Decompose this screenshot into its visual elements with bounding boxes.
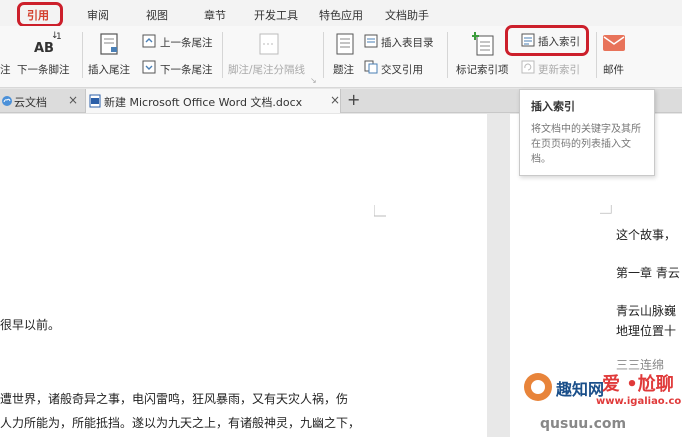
tab-cloud-docs[interactable]: 云文档 × xyxy=(0,89,82,113)
cross-reference-icon[interactable] xyxy=(364,60,378,74)
doc-paragraph-line: 很早以前。 xyxy=(0,318,61,332)
insert-endnote-icon[interactable] xyxy=(98,32,122,56)
ab-glyph: AB xyxy=(34,41,54,56)
footnote-separator-button: 脚注/尾注分隔线 xyxy=(228,64,306,76)
ribbon-divider xyxy=(323,32,324,78)
mail-button[interactable]: 邮件 xyxy=(603,62,624,77)
insert-table-of-figures-button[interactable]: 插入表目录 xyxy=(381,35,434,50)
caption-icon[interactable] xyxy=(334,32,356,56)
tab-section[interactable]: 章节 xyxy=(204,7,226,23)
footnote-separator-icon xyxy=(259,33,279,55)
watermark-right-text: 爱 •尬聊 xyxy=(602,374,674,395)
watermark-bottom-text: qusuu.com xyxy=(540,416,627,432)
cross-reference-button[interactable]: 交叉引用 xyxy=(381,62,423,77)
mark-index-entry-button[interactable]: 标记索引项 xyxy=(456,62,509,77)
tab-developer-tools[interactable]: 开发工具 xyxy=(254,7,298,23)
update-index-icon xyxy=(521,60,535,74)
insert-table-of-figures-icon[interactable] xyxy=(364,34,378,48)
highlight-references-tab xyxy=(17,2,63,27)
previous-endnote-icon[interactable] xyxy=(142,34,156,48)
watermark-url: www.igaliao.com xyxy=(596,396,682,407)
doc-paragraph-line: 地理位置十 xyxy=(616,324,677,338)
next-footnote-button[interactable]: 下一条脚注 xyxy=(17,62,70,77)
word-doc-icon xyxy=(89,94,101,108)
margin-corner-mark xyxy=(600,205,612,214)
tab-doc-assistant[interactable]: 文档助手 xyxy=(385,7,429,23)
doc-paragraph-line: 这个故事， xyxy=(616,228,677,242)
cloud-icon xyxy=(2,96,12,106)
ribbon-divider xyxy=(447,32,448,78)
active-doc-title: 新建 Microsoft Office Word 文档.docx xyxy=(104,96,303,109)
tab-cloud-docs-label: 云文档 xyxy=(14,96,47,109)
doc-paragraph-line: 青云山脉巍 xyxy=(616,304,677,318)
tab-review[interactable]: 审阅 xyxy=(87,7,109,23)
document-page-left[interactable] xyxy=(0,114,487,437)
tab-active-document[interactable]: 新建 Microsoft Office Word 文档.docx × xyxy=(85,89,341,113)
insert-endnote-button[interactable]: 插入尾注 xyxy=(88,62,130,77)
tooltip-body: 将文档中的关键字及其所在页页码的列表插入文档。 xyxy=(531,124,641,165)
tab-view[interactable]: 视图 xyxy=(146,7,168,23)
ribbon-divider xyxy=(596,32,597,78)
update-index-button: 更新索引 xyxy=(538,64,580,76)
insert-footnote-label-partial[interactable]: 注 xyxy=(0,62,11,77)
watermark-logo-icon xyxy=(524,373,552,401)
watermark-overlay: 趣知网 爱 •尬聊 www.igaliao.com qusuu.com xyxy=(514,366,682,437)
doc-paragraph-line: 人力所能为，所能抵挡。遂以为九天之上，有诸般神灵，九幽之下， xyxy=(0,416,361,430)
ribbon-divider xyxy=(222,32,223,78)
highlight-insert-index xyxy=(505,25,589,56)
tab-special-apps[interactable]: 特色应用 xyxy=(319,7,363,23)
mail-icon[interactable] xyxy=(602,34,626,52)
margin-corner-mark xyxy=(374,205,386,217)
previous-endnote-button[interactable]: 上一条尾注 xyxy=(160,35,213,50)
close-icon[interactable]: × xyxy=(330,93,340,107)
superscript-one: 1 xyxy=(56,32,62,42)
chapter-heading: 第一章 青云 xyxy=(616,266,680,280)
close-icon[interactable]: × xyxy=(68,93,78,107)
insert-index-tooltip: 插入索引 将文档中的关键字及其所在页页码的列表插入文档。 xyxy=(519,89,655,176)
caption-button[interactable]: 题注 xyxy=(333,62,354,77)
dialog-launcher-icon[interactable]: ↘ xyxy=(310,76,317,85)
next-endnote-icon[interactable] xyxy=(142,60,156,74)
next-footnote-icon[interactable]: AB ↓ 1 xyxy=(34,31,62,58)
new-tab-plus-icon[interactable]: + xyxy=(347,90,360,109)
mark-index-entry-icon[interactable] xyxy=(472,31,496,57)
ribbon-divider xyxy=(82,32,83,78)
next-endnote-button[interactable]: 下一条尾注 xyxy=(160,62,213,77)
tooltip-title: 插入索引 xyxy=(531,100,575,113)
doc-paragraph-line: 遭世界，诸般奇异之事，电闪雷鸣，狂风暴雨，又有天灾人祸，伤 xyxy=(0,392,349,406)
